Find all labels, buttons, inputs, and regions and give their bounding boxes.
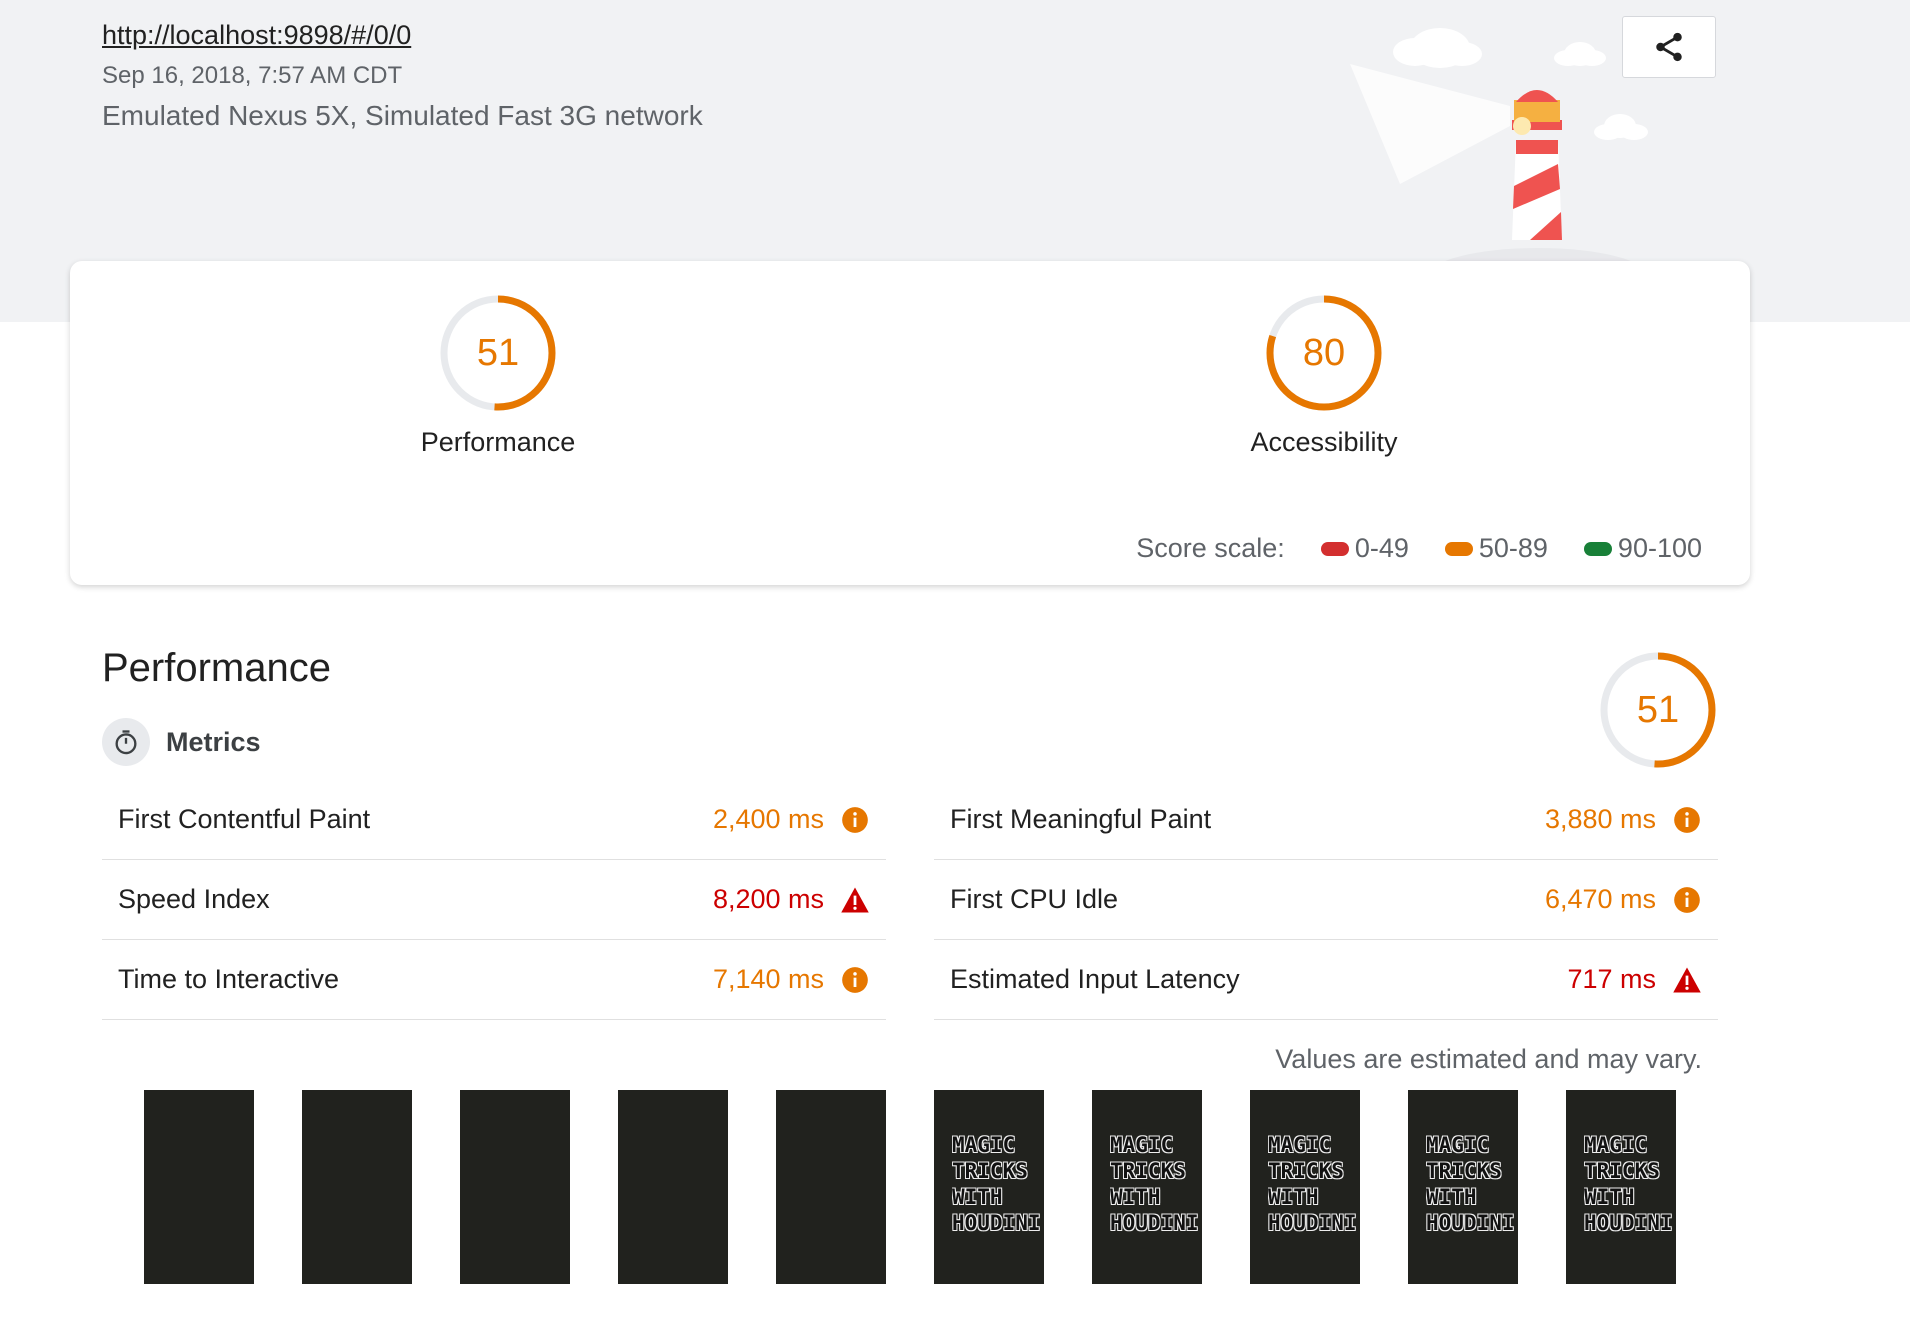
report-date: Sep 16, 2018, 7:57 AM CDT xyxy=(102,62,403,89)
report-url-link[interactable]: http://localhost:9898/#/0/0 xyxy=(102,20,411,51)
metric-value: 3,880 ms xyxy=(1544,804,1656,834)
scale-fail-pill xyxy=(1320,541,1349,556)
score-scale-legend: Score scale: 0-49 50-89 90-100 xyxy=(1136,533,1702,564)
lighthouse-illustration xyxy=(1340,14,1660,304)
filmstrip-frame: MAGIC TRICKS WITH HOUDINI xyxy=(1092,1090,1202,1284)
gauge-accessibility[interactable]: 80 Accessibility xyxy=(1204,293,1444,458)
scale-pass-range: 90-100 xyxy=(1617,533,1702,563)
scale-pass-pill xyxy=(1583,541,1612,556)
score-summary-card: 51 Performance 80 Accessibility Score sc… xyxy=(70,261,1750,585)
gauge-label: Accessibility xyxy=(1250,427,1398,457)
filmstrip-frame xyxy=(618,1090,728,1284)
gauge-score: 80 xyxy=(1303,332,1345,374)
metric-value: 7,140 ms xyxy=(712,964,824,994)
metric-row: Time to Interactive 7,140 ms xyxy=(102,940,886,1020)
filmstrip-frame xyxy=(144,1090,254,1284)
gauge-score: 51 xyxy=(477,332,519,374)
metric-name: First Contentful Paint xyxy=(118,804,371,834)
info-circle-icon xyxy=(1672,805,1702,835)
filmstrip: MAGIC TRICKS WITH HOUDINI MAGIC TRICKS WITH HOU… xyxy=(144,1090,1724,1284)
report-environment: Emulated Nexus 5X, Simulated Fast 3G net… xyxy=(102,100,703,131)
metrics-column-left: First Contentful Paint 2,400 ms Speed In… xyxy=(102,780,886,1020)
scale-average-range: 50-89 xyxy=(1478,533,1548,563)
filmstrip-frame-text: MAGIC TRICKS WITH HOUDINI xyxy=(952,1133,1041,1235)
filmstrip-frame-text: MAGIC TRICKS WITH HOUDINI xyxy=(1268,1133,1357,1235)
share-icon xyxy=(1656,32,1682,62)
metric-name: Speed Index xyxy=(118,884,270,914)
metric-row: First Contentful Paint 2,400 ms xyxy=(102,780,886,860)
metric-name: Estimated Input Latency xyxy=(950,964,1240,994)
info-circle-icon xyxy=(840,965,870,995)
metric-value: 2,400 ms xyxy=(712,804,824,834)
performance-section-title: Performance xyxy=(102,646,331,690)
metric-name: Time to Interactive xyxy=(118,964,340,994)
performance-section-gauge: 51 xyxy=(1598,650,1718,775)
metric-value: 6,470 ms xyxy=(1544,884,1656,914)
metrics-disclaimer: Values are estimated and may vary. xyxy=(1275,1044,1702,1074)
metric-value: 717 ms xyxy=(1567,964,1656,994)
metric-row: Estimated Input Latency 717 ms xyxy=(934,940,1718,1020)
metric-row: First Meaningful Paint 3,880 ms xyxy=(934,780,1718,860)
filmstrip-frame-text: MAGIC TRICKS WITH HOUDINI xyxy=(1584,1133,1673,1235)
metric-row: First CPU Idle 6,470 ms xyxy=(934,860,1718,940)
scale-average-pill xyxy=(1444,541,1473,556)
scale-fail-range: 0-49 xyxy=(1354,533,1409,563)
stopwatch-icon xyxy=(102,718,150,766)
filmstrip-frame xyxy=(460,1090,570,1284)
warning-triangle-icon xyxy=(840,885,870,915)
metric-name: First CPU Idle xyxy=(950,884,1119,914)
metric-value: 8,200 ms xyxy=(712,884,824,914)
info-circle-icon xyxy=(840,805,870,835)
gauge-label: Performance xyxy=(420,427,576,457)
section-gauge-score: 51 xyxy=(1637,689,1679,731)
filmstrip-frame-text: MAGIC TRICKS WITH HOUDINI xyxy=(1426,1133,1515,1235)
gauge-performance[interactable]: 51 Performance xyxy=(378,293,618,458)
metric-name: First Meaningful Paint xyxy=(950,804,1212,834)
filmstrip-frame: MAGIC TRICKS WITH HOUDINI xyxy=(934,1090,1044,1284)
filmstrip-frame-text: MAGIC TRICKS WITH HOUDINI xyxy=(1110,1133,1199,1235)
metric-row: Speed Index 8,200 ms xyxy=(102,860,886,940)
filmstrip-frame: MAGIC TRICKS WITH HOUDINI xyxy=(1250,1090,1360,1284)
metrics-column-right: First Meaningful Paint 3,880 ms First CP… xyxy=(934,780,1718,1020)
metrics-group-header: Metrics xyxy=(102,718,261,766)
filmstrip-frame: MAGIC TRICKS WITH HOUDINI xyxy=(1408,1090,1518,1284)
share-button[interactable] xyxy=(1622,16,1716,78)
filmstrip-frame xyxy=(776,1090,886,1284)
warning-triangle-icon xyxy=(1672,965,1702,995)
score-scale-label: Score scale: xyxy=(1136,533,1285,563)
filmstrip-frame xyxy=(302,1090,412,1284)
info-circle-icon xyxy=(1672,885,1702,915)
metrics-title: Metrics xyxy=(166,726,261,757)
filmstrip-frame: MAGIC TRICKS WITH HOUDINI xyxy=(1566,1090,1676,1284)
